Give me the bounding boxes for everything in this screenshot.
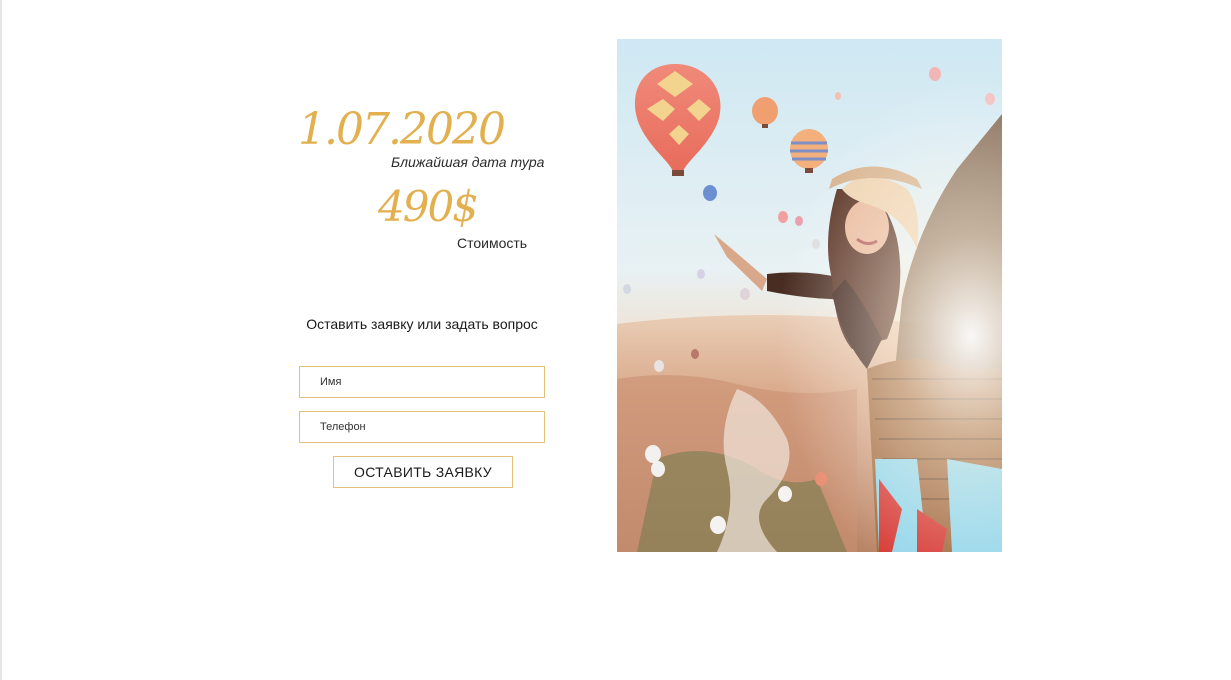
tour-price-caption: Стоимость	[457, 235, 528, 251]
phone-input[interactable]	[299, 411, 545, 443]
tour-date: 1.07.2020	[298, 104, 506, 155]
tour-price: 490$	[378, 182, 479, 231]
form-title: Оставить заявку или задать вопрос	[306, 316, 538, 332]
hot-air-balloons-photo	[617, 39, 1002, 552]
tour-date-caption: Ближайшая дата тура	[391, 154, 545, 170]
name-input[interactable]	[299, 366, 545, 398]
submit-request-button[interactable]: ОСТАВИТЬ ЗАЯВКУ	[333, 456, 513, 488]
page-left-edge	[0, 0, 2, 680]
